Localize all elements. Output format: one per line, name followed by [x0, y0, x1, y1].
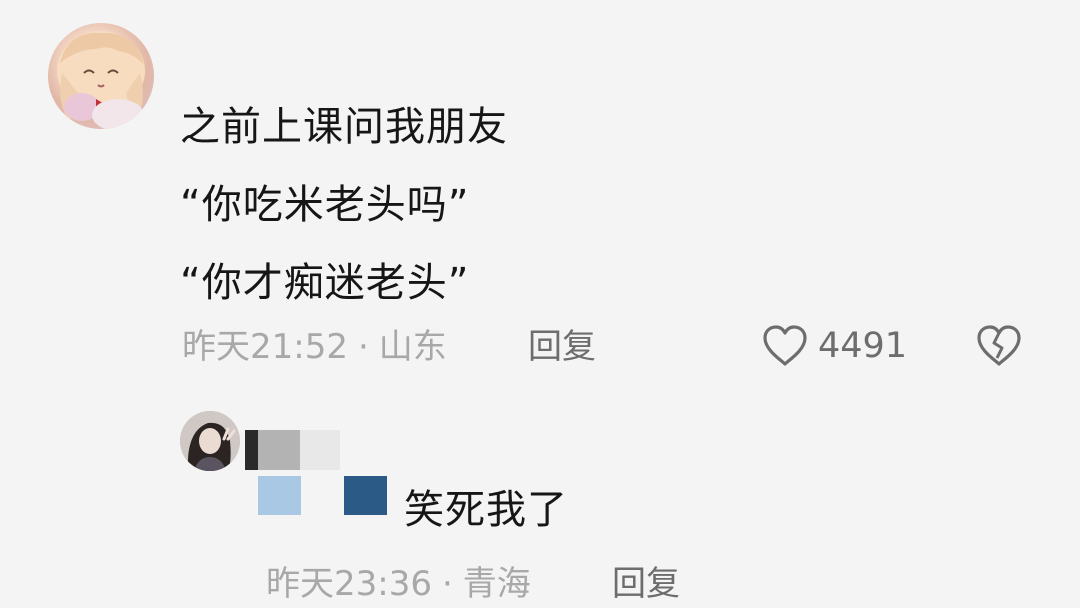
like-count: 4491 [818, 326, 908, 366]
comment-thread: 之前上课问我朋友 “你吃米老头吗” “你才痴迷老头” 昨天21:52 · 山东 回复… [0, 0, 1080, 607]
meta-separator: · [441, 564, 453, 604]
reply-avatar[interactable] [180, 411, 240, 471]
comment-line: 之前上课问我朋友 [180, 104, 508, 150]
reply-button[interactable]: 回复 [528, 323, 596, 371]
redacted-name-block [245, 430, 258, 470]
comment-line: “你才痴迷老头” [180, 260, 470, 306]
comment-location: 山东 [378, 327, 447, 367]
redacted-name-block [258, 476, 301, 515]
reply-meta: 昨天23:36 · 青海 [266, 560, 531, 608]
redacted-name-block [300, 430, 340, 470]
comment-time: 昨天21:52 [182, 327, 348, 367]
avatar[interactable] [48, 23, 154, 129]
like-button[interactable]: 4491 [762, 322, 907, 370]
redacted-name-block [344, 476, 387, 515]
reply-time: 昨天23:36 [266, 564, 432, 604]
reply-to-reply-button[interactable]: 回复 [612, 560, 680, 608]
heart-outline-icon [763, 325, 807, 366]
meta-separator: · [357, 327, 369, 367]
anime-avatar-icon [57, 31, 145, 129]
comment-meta: 昨天21:52 · 山东 [182, 323, 447, 371]
comment-line: “你吃米老头吗” [180, 182, 470, 228]
reply-location: 青海 [462, 564, 531, 604]
dislike-button[interactable] [976, 322, 1022, 368]
user-photo-icon [180, 411, 240, 471]
comment-body: 之前上课问我朋友 “你吃米老头吗” “你才痴迷老头” [180, 88, 508, 322]
broken-heart-icon [977, 325, 1021, 366]
redacted-name-block [258, 430, 300, 470]
reply-body: 笑死我了 [404, 487, 568, 533]
